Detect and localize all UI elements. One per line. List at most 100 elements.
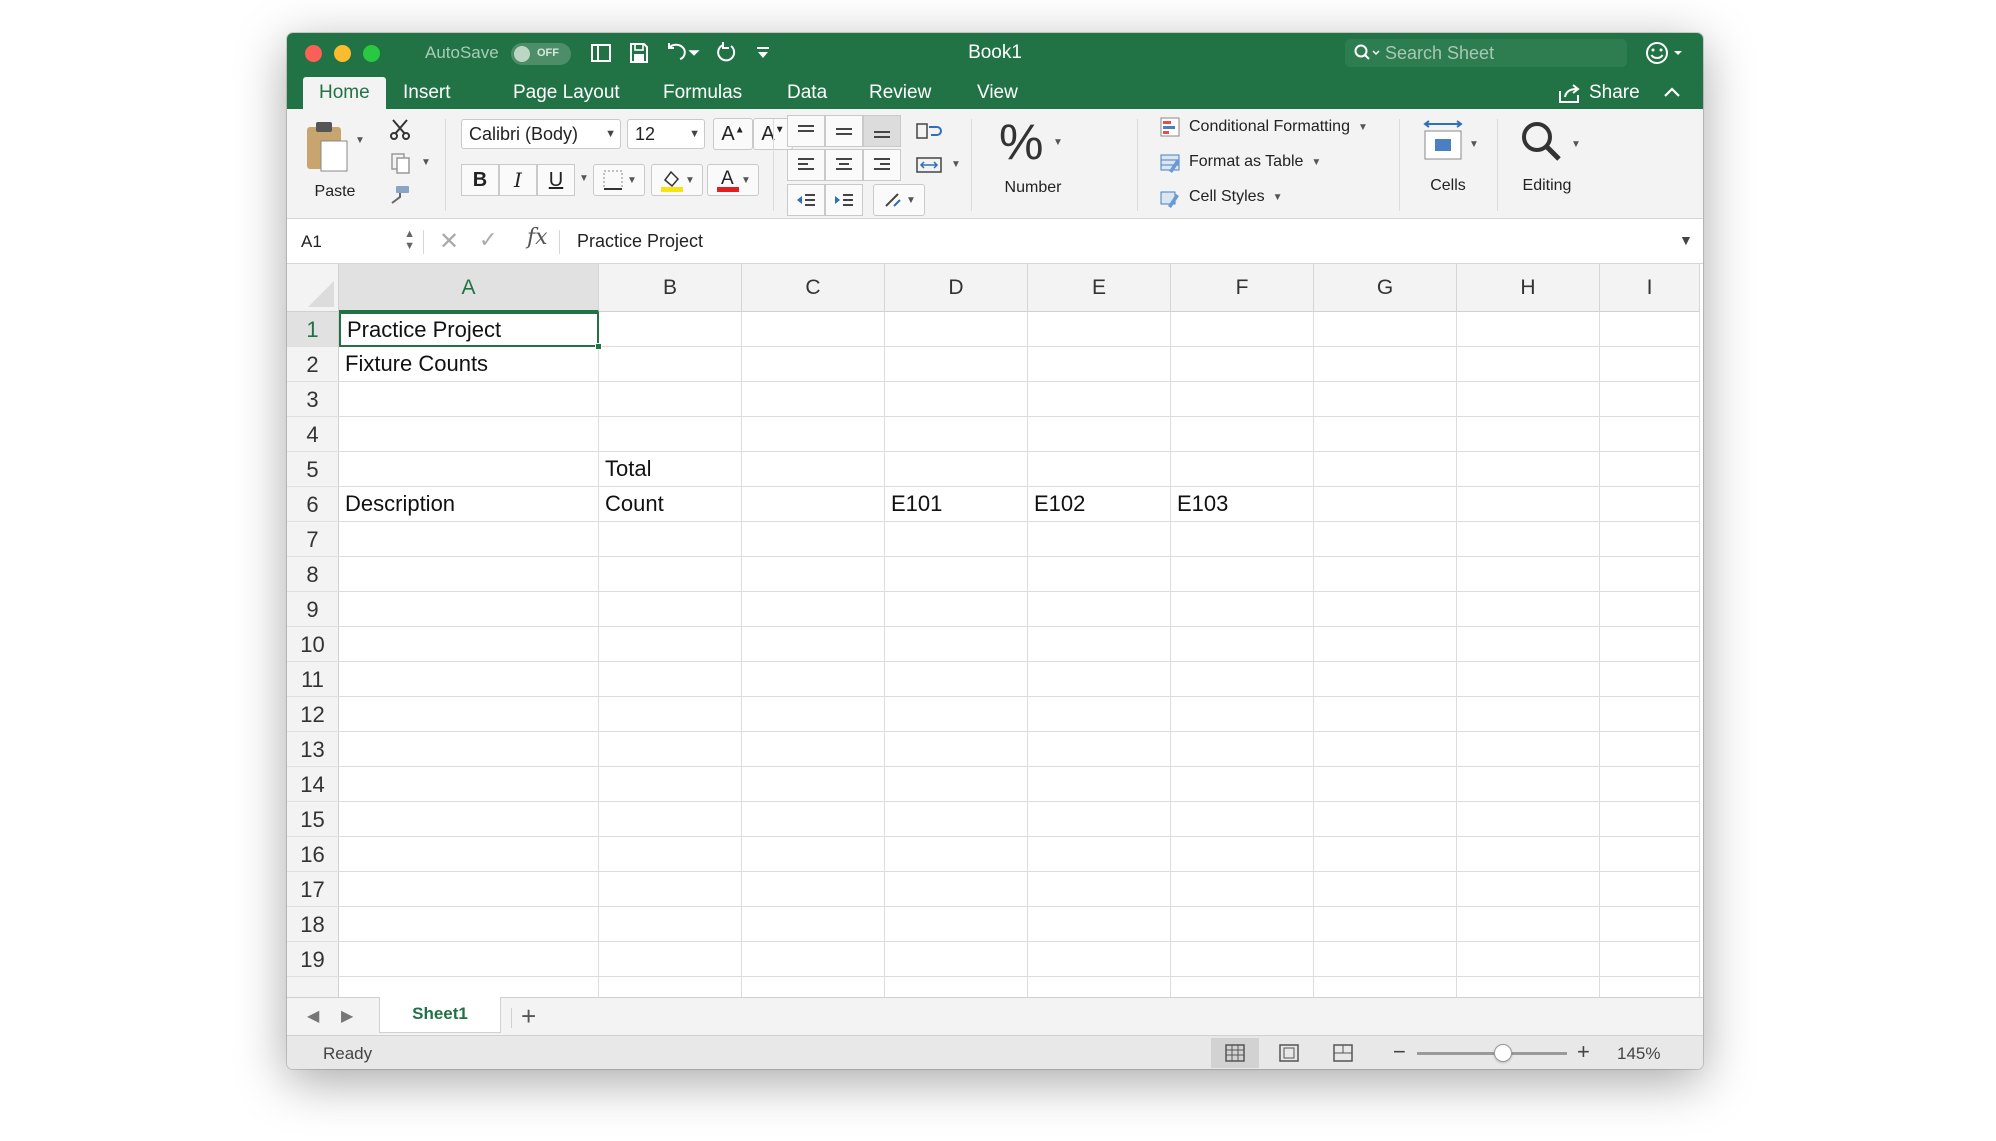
cell-a2[interactable]: Fixture Counts xyxy=(339,347,599,382)
cell-d5[interactable] xyxy=(885,452,1028,487)
cell-f17[interactable] xyxy=(1171,872,1314,907)
cell-h14[interactable] xyxy=(1457,767,1600,802)
column-header-i[interactable]: I xyxy=(1600,264,1700,312)
row-header[interactable]: 3 xyxy=(287,382,339,417)
cell-g11[interactable] xyxy=(1314,662,1457,697)
cell-b16[interactable] xyxy=(599,837,742,872)
cell-b12[interactable] xyxy=(599,697,742,732)
cell-h9[interactable] xyxy=(1457,592,1600,627)
cell-b14[interactable] xyxy=(599,767,742,802)
font-name-select[interactable]: Calibri (Body) ▼ xyxy=(461,119,621,149)
row-header[interactable]: 6 xyxy=(287,487,339,522)
fill-handle[interactable] xyxy=(595,343,602,350)
cell-e11[interactable] xyxy=(1028,662,1171,697)
expand-formula-bar-icon[interactable]: ▼ xyxy=(1679,232,1693,248)
cell-e1[interactable] xyxy=(1028,312,1171,347)
row-header[interactable]: 8 xyxy=(287,557,339,592)
cell-b8[interactable] xyxy=(599,557,742,592)
cell-b7[interactable] xyxy=(599,522,742,557)
cell-d7[interactable] xyxy=(885,522,1028,557)
cell-h5[interactable] xyxy=(1457,452,1600,487)
cell-g15[interactable] xyxy=(1314,802,1457,837)
cell-h18[interactable] xyxy=(1457,907,1600,942)
cell-c7[interactable] xyxy=(742,522,885,557)
zoom-in-icon[interactable]: + xyxy=(1577,1039,1590,1065)
cell-d1[interactable] xyxy=(885,312,1028,347)
cell-e5[interactable] xyxy=(1028,452,1171,487)
cell-g3[interactable] xyxy=(1314,382,1457,417)
orientation-button[interactable]: ▼ xyxy=(873,184,925,216)
page-break-view-button[interactable] xyxy=(1319,1038,1367,1068)
row-header[interactable]: 18 xyxy=(287,907,339,942)
cell-a13[interactable] xyxy=(339,732,599,767)
cell-i11[interactable] xyxy=(1600,662,1700,697)
column-header-a[interactable]: A xyxy=(339,264,599,312)
format-as-table-button[interactable]: Format as Table ▼ xyxy=(1159,150,1321,174)
cell-i16[interactable] xyxy=(1600,837,1700,872)
tab-view[interactable]: View xyxy=(961,77,1034,109)
cell-i7[interactable] xyxy=(1600,522,1700,557)
cell-b10[interactable] xyxy=(599,627,742,662)
cell-h10[interactable] xyxy=(1457,627,1600,662)
collapse-ribbon-icon[interactable] xyxy=(1661,83,1683,101)
row-header[interactable]: 12 xyxy=(287,697,339,732)
cell-c19[interactable] xyxy=(742,942,885,977)
cell-d17[interactable] xyxy=(885,872,1028,907)
row-header[interactable]: 16 xyxy=(287,837,339,872)
cell-e6[interactable]: E102 xyxy=(1028,487,1171,522)
cell-e3[interactable] xyxy=(1028,382,1171,417)
row-header[interactable]: 9 xyxy=(287,592,339,627)
cell-f8[interactable] xyxy=(1171,557,1314,592)
cell-f2[interactable] xyxy=(1171,347,1314,382)
copy-icon[interactable] xyxy=(385,149,415,177)
cell-b18[interactable] xyxy=(599,907,742,942)
cell-a10[interactable] xyxy=(339,627,599,662)
name-box-stepper-icon[interactable]: ▲ ▼ xyxy=(404,228,415,252)
align-bottom-button[interactable] xyxy=(863,115,901,147)
row-header[interactable]: 13 xyxy=(287,732,339,767)
cell-g[interactable] xyxy=(1314,977,1457,997)
cell-g17[interactable] xyxy=(1314,872,1457,907)
cell-e19[interactable] xyxy=(1028,942,1171,977)
cell-b13[interactable] xyxy=(599,732,742,767)
cell-a8[interactable] xyxy=(339,557,599,592)
cell-h8[interactable] xyxy=(1457,557,1600,592)
align-center-button[interactable] xyxy=(825,149,863,181)
cell-h13[interactable] xyxy=(1457,732,1600,767)
merge-center-icon[interactable] xyxy=(911,153,947,177)
cell-h11[interactable] xyxy=(1457,662,1600,697)
cell-d3[interactable] xyxy=(885,382,1028,417)
cell-e13[interactable] xyxy=(1028,732,1171,767)
cancel-entry-icon[interactable]: ✕ xyxy=(439,227,459,256)
cell-c17[interactable] xyxy=(742,872,885,907)
borders-button[interactable]: ▼ xyxy=(593,164,645,196)
row-header[interactable]: 1 xyxy=(287,312,339,347)
cell-f6[interactable]: E103 xyxy=(1171,487,1314,522)
cell-g19[interactable] xyxy=(1314,942,1457,977)
font-size-select[interactable]: 12 ▼ xyxy=(627,119,705,149)
cell-c11[interactable] xyxy=(742,662,885,697)
column-header-g[interactable]: G xyxy=(1314,264,1457,312)
confirm-entry-icon[interactable]: ✓ xyxy=(479,227,497,253)
cell-a6[interactable]: Description xyxy=(339,487,599,522)
cell-i2[interactable] xyxy=(1600,347,1700,382)
cell-b6[interactable]: Count xyxy=(599,487,742,522)
tab-page-layout[interactable]: Page Layout xyxy=(497,77,636,109)
cells-button[interactable]: ▼ Cells xyxy=(1409,119,1487,209)
cell-c14[interactable] xyxy=(742,767,885,802)
cell-d[interactable] xyxy=(885,977,1028,997)
row-header[interactable]: 5 xyxy=(287,452,339,487)
cell-g18[interactable] xyxy=(1314,907,1457,942)
cell-b11[interactable] xyxy=(599,662,742,697)
cell-a9[interactable] xyxy=(339,592,599,627)
row-header[interactable]: 2 xyxy=(287,347,339,382)
cell-e16[interactable] xyxy=(1028,837,1171,872)
cell-f18[interactable] xyxy=(1171,907,1314,942)
column-header-d[interactable]: D xyxy=(885,264,1028,312)
cell-h1[interactable] xyxy=(1457,312,1600,347)
align-middle-button[interactable] xyxy=(825,115,863,147)
column-header-e[interactable]: E xyxy=(1028,264,1171,312)
format-painter-icon[interactable] xyxy=(385,181,415,209)
cell-a14[interactable] xyxy=(339,767,599,802)
cell-e18[interactable] xyxy=(1028,907,1171,942)
